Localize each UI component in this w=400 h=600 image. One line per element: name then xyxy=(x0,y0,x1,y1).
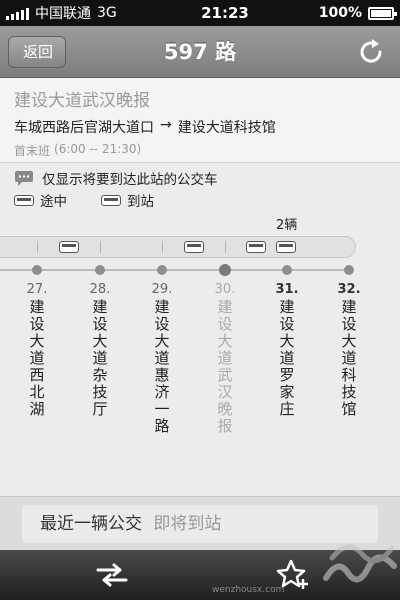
stop-item[interactable]: 28. 建设大道杂技厅 xyxy=(88,282,112,418)
stop-dot-current xyxy=(219,264,231,276)
speech-bubble-icon xyxy=(15,171,33,186)
carrier-name: 中国联通 xyxy=(35,6,91,22)
status-left: 中国联通 3G xyxy=(6,3,166,23)
route-track[interactable]: 2辆 27. 建设大道西北湖 28. 建设大道杂技厅 29. 建设大道惠济一路 … xyxy=(0,214,400,454)
bus-icon[interactable] xyxy=(59,241,79,253)
swap-direction-icon[interactable] xyxy=(96,563,128,587)
watermark-logo-icon xyxy=(323,544,397,583)
bus-position-bar xyxy=(0,236,356,258)
stop-dot xyxy=(282,265,292,275)
nearest-bus-status: 即将到站 xyxy=(153,514,222,534)
stop-dot xyxy=(95,265,105,275)
stop-dot xyxy=(344,265,354,275)
legend-note: 仅显示将要到达此站的公交车 xyxy=(42,172,218,188)
bar-divider xyxy=(37,241,38,253)
nav-bar: 597 路 返回 xyxy=(0,26,400,78)
bus-icon[interactable] xyxy=(276,241,296,253)
stop-number: 28. xyxy=(89,282,111,297)
legend-arrived-label: 到站 xyxy=(127,194,154,210)
stop-item-current[interactable]: 30. 建设大道武汉晚报 xyxy=(213,282,237,435)
route-info: 建设大道武汉晚报 车城西路后官湖大道口 → 建设大道科技馆 首末班 (6:00 … xyxy=(0,78,400,163)
route-direction: 车城西路后官湖大道口 → 建设大道科技馆 xyxy=(14,117,386,137)
bar-divider xyxy=(162,241,163,253)
stop-number: 30. xyxy=(214,282,236,297)
stop-label: 建设大道西北湖 xyxy=(29,298,45,418)
stop-number: 32. xyxy=(337,282,361,297)
refresh-icon[interactable] xyxy=(356,37,386,67)
stop-number: 27. xyxy=(26,282,48,297)
route-arrow: → xyxy=(160,117,172,133)
schedule-label: 首末班 xyxy=(14,144,51,158)
bus-icon[interactable] xyxy=(246,241,266,253)
watermark-url: wenzhousx.com xyxy=(212,585,285,595)
nearest-bus-label: 最近一辆公交 xyxy=(40,514,142,534)
stop-item[interactable]: 31. 建设大道罗家庄 xyxy=(275,282,299,418)
stop-dot xyxy=(32,265,42,275)
signal-strength-icon xyxy=(6,6,29,20)
bus-icon[interactable] xyxy=(184,241,204,253)
stop-label: 建设大道罗家庄 xyxy=(279,298,295,418)
stop-dot xyxy=(157,265,167,275)
current-stop-name: 建设大道武汉晚报 xyxy=(14,91,150,111)
stop-label: 建设大道科技馆 xyxy=(341,298,357,418)
bus-en-route-icon xyxy=(14,194,34,206)
legend-en-route: 途中 xyxy=(14,190,67,210)
stop-item[interactable]: 27. 建设大道西北湖 xyxy=(25,282,49,418)
bus-arrived-icon xyxy=(101,194,121,206)
legend-note-row: 仅显示将要到达此站的公交车 xyxy=(14,167,386,189)
bar-divider xyxy=(100,241,101,253)
legend: 仅显示将要到达此站的公交车 途中 到站 xyxy=(0,164,400,214)
battery-percent: 100% xyxy=(318,5,362,21)
route-schedule: 首末班 (6:00 -- 21:30) xyxy=(14,142,386,159)
route-to: 建设大道科技馆 xyxy=(177,120,276,136)
status-bar: 中国联通 3G 21:23 100% xyxy=(0,0,400,26)
stop-label: 建设大道武汉晚报 xyxy=(217,298,233,435)
route-line xyxy=(0,269,352,271)
network-type: 3G xyxy=(97,5,117,21)
legend-en-route-label: 途中 xyxy=(40,194,67,210)
stop-label: 建设大道杂技厅 xyxy=(92,298,108,418)
stop-number: 29. xyxy=(151,282,173,297)
battery-icon xyxy=(368,6,397,20)
bar-divider xyxy=(225,241,226,253)
stop-item[interactable]: 29. 建设大道惠济一路 xyxy=(150,282,174,435)
legend-key-row: 途中 到站 xyxy=(14,189,386,211)
legend-arrived: 到站 xyxy=(101,190,154,210)
schedule-time: (6:00 -- 21:30) xyxy=(54,142,142,156)
stop-item[interactable]: 32. 建设大道科技馆 xyxy=(337,282,361,418)
stop-number: 31. xyxy=(275,282,299,297)
bus-count: 2辆 xyxy=(276,218,298,233)
status-right: 100% xyxy=(254,5,397,21)
stop-label: 建设大道惠济一路 xyxy=(154,298,170,435)
route-from: 车城西路后官湖大道口 xyxy=(14,120,154,136)
back-button[interactable]: 返回 xyxy=(8,36,67,68)
status-time: 21:23 xyxy=(201,4,249,22)
